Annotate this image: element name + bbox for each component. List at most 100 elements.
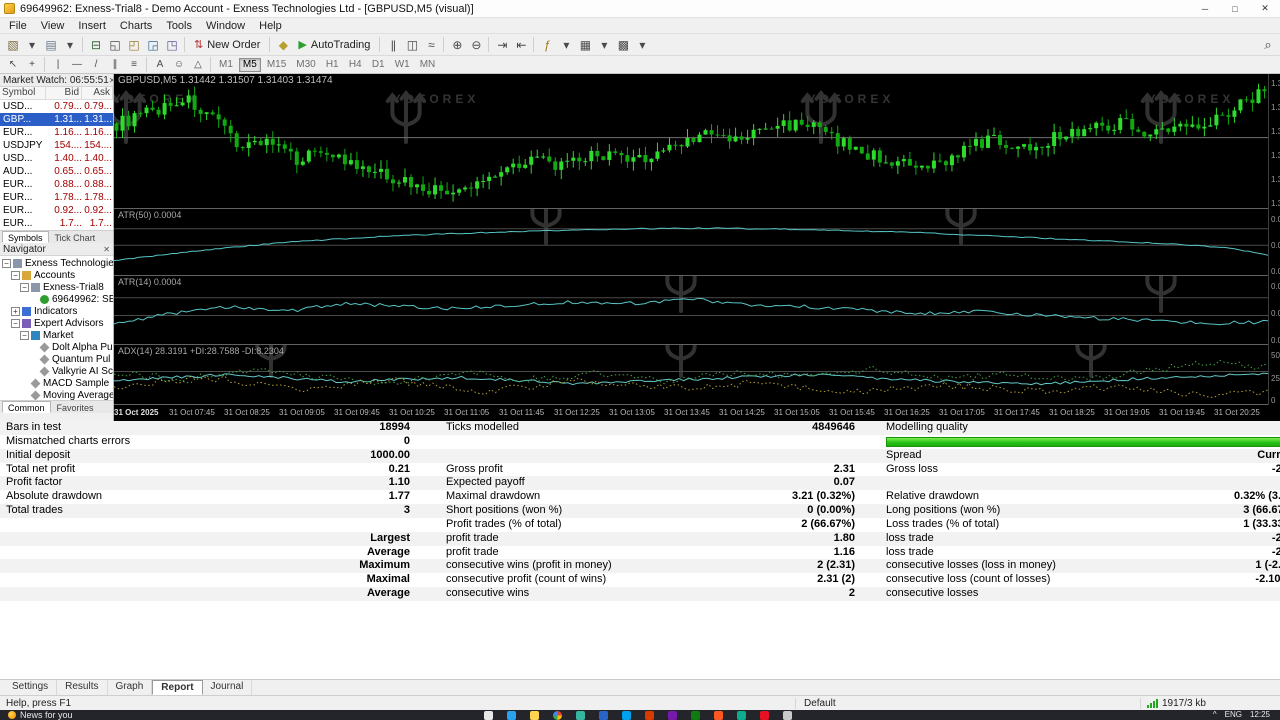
periods-icon[interactable]: ▦ bbox=[575, 36, 594, 53]
new-order-button[interactable]: ⇅ New Order bbox=[188, 36, 266, 54]
navigator-item-market[interactable]: − Market bbox=[0, 329, 113, 341]
navigator-item-moving-average[interactable]: Moving Average bbox=[0, 389, 113, 400]
navigator-item-69649962-sec[interactable]: 69649962: SEC bbox=[0, 293, 113, 305]
timeframe-h4[interactable]: H4 bbox=[345, 58, 366, 72]
navigator-item-expert-advisors[interactable]: − Expert Advisors bbox=[0, 317, 113, 329]
taskbar-app-icon[interactable] bbox=[598, 711, 608, 720]
news-widget[interactable]: News for you bbox=[0, 710, 73, 720]
chart-shift-icon[interactable]: ⇤ bbox=[511, 36, 530, 53]
navigator-tab-common[interactable]: Common bbox=[2, 401, 51, 413]
tray-clock[interactable]: 12:25 bbox=[1250, 710, 1270, 719]
navigator-item-exness-technologies-mt4[interactable]: − Exness Technologies MT4 bbox=[0, 257, 113, 269]
search-icon[interactable]: ⌕ bbox=[1258, 36, 1277, 53]
collapse-icon[interactable]: − bbox=[11, 318, 20, 328]
system-tray[interactable]: ^ ENG 12:25 bbox=[1203, 710, 1280, 719]
tab-graph[interactable]: Graph bbox=[108, 680, 153, 695]
candlestick-chart-icon[interactable]: ◫ bbox=[402, 36, 421, 53]
menu-insert[interactable]: Insert bbox=[71, 20, 113, 32]
zoom-in-icon[interactable]: ⊕ bbox=[447, 36, 466, 53]
market-watch-row[interactable]: USDJPY 154.... 154.... bbox=[0, 139, 113, 152]
navigator-item-accounts[interactable]: − Accounts bbox=[0, 269, 113, 281]
menu-view[interactable]: View bbox=[34, 20, 72, 32]
taskbar-app-icon[interactable] bbox=[506, 711, 516, 720]
fibonacci-icon[interactable]: ≡ bbox=[124, 58, 143, 72]
navigator-item-indicators[interactable]: + Indicators bbox=[0, 305, 113, 317]
taskbar-app-icon[interactable] bbox=[644, 711, 654, 720]
zoom-out-icon[interactable]: ⊖ bbox=[466, 36, 485, 53]
timeframe-m5[interactable]: M5 bbox=[238, 57, 261, 72]
navigator-item-valkyrie-ai-sc[interactable]: Valkyrie AI Sc bbox=[0, 365, 113, 377]
expand-icon[interactable]: + bbox=[11, 306, 20, 316]
tray-language[interactable]: ENG bbox=[1225, 710, 1242, 719]
taskbar-app-icon[interactable] bbox=[529, 711, 539, 720]
menu-window[interactable]: Window bbox=[199, 20, 252, 32]
timeframe-m30[interactable]: M30 bbox=[292, 58, 319, 72]
tab-report[interactable]: Report bbox=[152, 680, 203, 695]
timeframe-m1[interactable]: M1 bbox=[215, 58, 237, 72]
data-window-icon[interactable]: ◱ bbox=[105, 36, 124, 53]
minimize-button[interactable]: ─ bbox=[1190, 0, 1220, 18]
navigator-header[interactable]: Navigator ✕ bbox=[0, 243, 113, 256]
market-watch-row[interactable]: EUR... 0.92... 0.92... bbox=[0, 204, 113, 217]
timeframe-h1[interactable]: H1 bbox=[322, 58, 343, 72]
menu-tools[interactable]: Tools bbox=[159, 20, 199, 32]
close-icon[interactable]: ✕ bbox=[109, 76, 113, 85]
templates-dropdown-icon[interactable]: ▾ bbox=[632, 36, 651, 53]
periods-dropdown-icon[interactable]: ▾ bbox=[594, 36, 613, 53]
atr14-indicator-panel[interactable]: ATR(14) 0.0004 YOFOREXYOFOREX bbox=[114, 276, 1280, 345]
taskbar-app-icon[interactable] bbox=[552, 711, 562, 720]
navigator-tab-favorites[interactable]: Favorites bbox=[51, 401, 100, 413]
indicators-icon[interactable]: ƒ bbox=[537, 36, 556, 53]
column-ask[interactable]: Ask bbox=[82, 87, 113, 99]
taskbar-app-icon[interactable] bbox=[690, 711, 700, 720]
cursor-icon[interactable]: ↖ bbox=[3, 58, 22, 72]
tab-settings[interactable]: Settings bbox=[4, 680, 58, 695]
status-template[interactable]: Default bbox=[795, 697, 1140, 709]
collapse-icon[interactable]: − bbox=[11, 270, 20, 280]
profiles-icon[interactable]: ▤ bbox=[41, 36, 60, 53]
adx-indicator-panel[interactable]: ADX(14) 28.3191 +DI:28.7588 -DI:8.2304 Y… bbox=[114, 345, 1280, 405]
collapse-icon[interactable]: − bbox=[20, 282, 29, 292]
market-watch-row[interactable]: GBP... 1.31... 1.31... bbox=[0, 113, 113, 126]
column-symbol[interactable]: Symbol bbox=[0, 87, 46, 99]
market-watch-row[interactable]: EUR... 0.88... 0.88... bbox=[0, 178, 113, 191]
collapse-icon[interactable]: − bbox=[2, 258, 11, 268]
trendline-icon[interactable]: / bbox=[86, 58, 105, 72]
taskbar-app-icon[interactable] bbox=[575, 711, 585, 720]
market-watch-row[interactable]: USD... 0.79... 0.79... bbox=[0, 100, 113, 113]
new-chart-dropdown-icon[interactable]: ▾ bbox=[22, 36, 41, 53]
price-axis[interactable]: 1.3170 1.3160 1.3150 1.3140 1.3130 1.3120 0.00… bbox=[1268, 74, 1280, 405]
text-icon[interactable]: A bbox=[150, 58, 169, 72]
menu-charts[interactable]: Charts bbox=[113, 20, 159, 32]
tray-caret-icon[interactable]: ^ bbox=[1213, 710, 1217, 719]
metaeditor-icon[interactable]: ◆ bbox=[273, 36, 292, 53]
status-connection[interactable]: 1917/3 kb bbox=[1140, 697, 1280, 709]
taskbar-app-icon[interactable] bbox=[782, 711, 792, 720]
price-chart-panel[interactable]: GBPUSD,M5 1.31442 1.31507 1.31403 1.3147… bbox=[114, 74, 1280, 209]
new-chart-icon[interactable]: ▧ bbox=[3, 36, 22, 53]
time-axis[interactable]: 31 Oct 2025 31 Oct 07:45 31 Oct 08:25 31 Oc… bbox=[114, 405, 1280, 421]
timeframe-w1[interactable]: W1 bbox=[391, 58, 414, 72]
navigator-item-quantum-pul[interactable]: Quantum Pul bbox=[0, 353, 113, 365]
terminal-icon[interactable]: ◲ bbox=[143, 36, 162, 53]
taskbar-app-icon[interactable] bbox=[621, 711, 631, 720]
market-watch-row[interactable]: EUR... 1.78... 1.78... bbox=[0, 191, 113, 204]
title-bar[interactable]: 69649962: Exness-Trial8 - Demo Account -… bbox=[0, 0, 1280, 18]
close-icon[interactable]: ✕ bbox=[103, 245, 110, 254]
autotrading-button[interactable]: ▶ AutoTrading bbox=[292, 36, 376, 54]
collapse-icon[interactable]: − bbox=[20, 330, 29, 340]
timeframe-d1[interactable]: D1 bbox=[368, 58, 389, 72]
navigator-item-macd-sample[interactable]: MACD Sample bbox=[0, 377, 113, 389]
market-watch-row[interactable]: USD... 1.40... 1.40... bbox=[0, 152, 113, 165]
line-chart-icon[interactable]: ≈ bbox=[421, 36, 440, 53]
market-watch-header[interactable]: Market Watch: 06:55:51 ✕ bbox=[0, 74, 113, 87]
horizontal-line-icon[interactable]: — bbox=[67, 58, 86, 72]
market-watch-row[interactable]: EUR... 1.16... 1.16... bbox=[0, 126, 113, 139]
navigator-item-dolt-alpha-pu[interactable]: Dolt Alpha Pu bbox=[0, 341, 113, 353]
profiles-dropdown-icon[interactable]: ▾ bbox=[60, 36, 79, 53]
taskbar-app-icon[interactable] bbox=[736, 711, 746, 720]
chart-window[interactable]: GBPUSD,M5 1.31442 1.31507 1.31403 1.3147… bbox=[114, 74, 1280, 421]
market-watch-tab-tick-chart[interactable]: Tick Chart bbox=[49, 231, 102, 243]
column-bid[interactable]: Bid bbox=[46, 87, 82, 99]
strategy-tester-icon[interactable]: ◳ bbox=[162, 36, 181, 53]
